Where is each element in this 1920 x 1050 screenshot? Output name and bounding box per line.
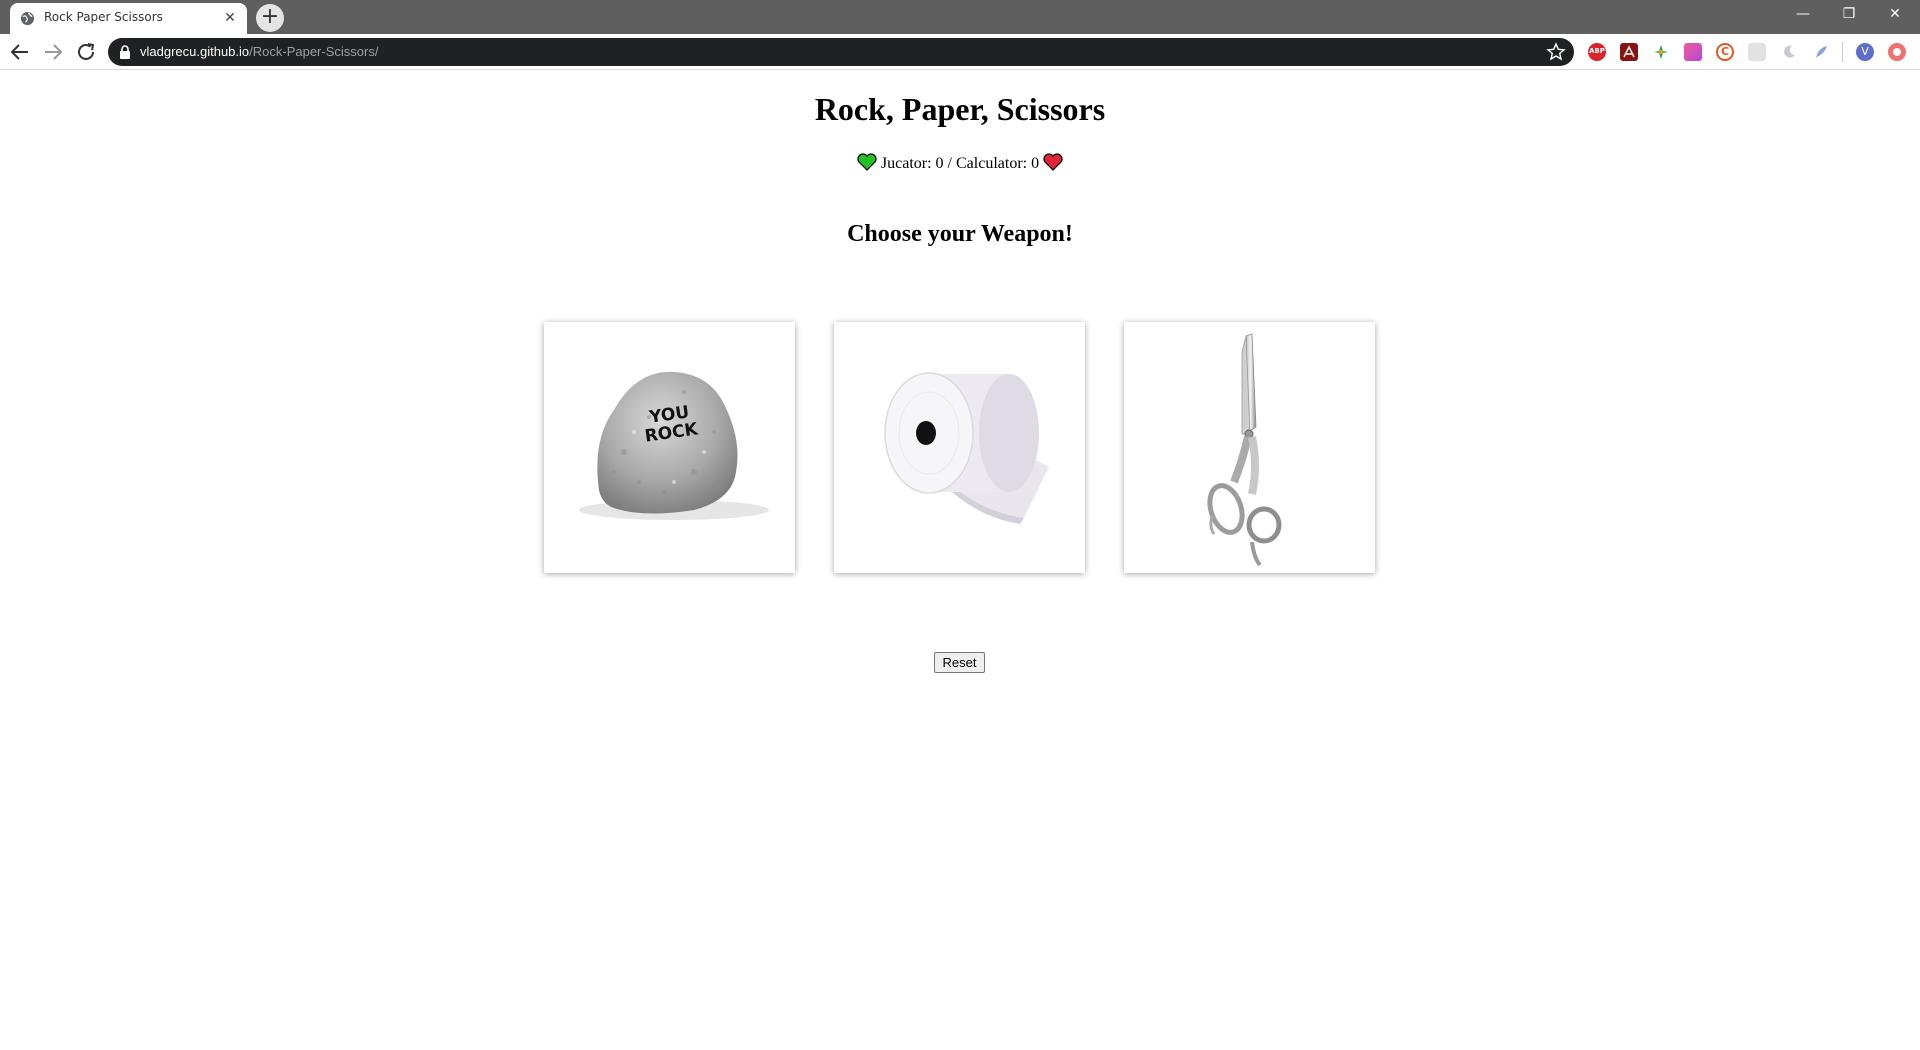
extension-icon[interactable]: [1652, 43, 1670, 61]
record-extension-icon[interactable]: [1888, 43, 1906, 61]
computer-label: Calculator:: [956, 155, 1032, 172]
close-tab-icon[interactable]: ✕: [221, 9, 239, 27]
reload-icon[interactable]: [74, 40, 98, 64]
gradient-extension-icon[interactable]: [1684, 43, 1702, 61]
computer-score: 0: [1031, 155, 1040, 172]
back-arrow-icon[interactable]: [8, 40, 32, 64]
adblock-icon[interactable]: ABP: [1588, 43, 1606, 61]
player-label: Jucator:: [880, 155, 936, 172]
score-separator: /: [943, 155, 956, 172]
new-tab-button[interactable]: +: [256, 4, 284, 32]
globe-icon: [20, 11, 35, 26]
browser-tab[interactable]: Rock Paper Scissors ✕: [10, 3, 247, 34]
lock-icon: [120, 45, 130, 59]
restore-window-button[interactable]: ❐: [1826, 0, 1872, 30]
url-text: vladgrecu.github.io/Rock-Paper-Scissors/: [140, 44, 378, 59]
profile-avatar[interactable]: V: [1856, 43, 1874, 61]
acrobat-icon[interactable]: [1620, 43, 1638, 61]
feather-extension-icon[interactable]: [1812, 43, 1830, 61]
player-heart-icon: [857, 153, 877, 171]
rock-choice-button[interactable]: YOU ROCK: [544, 322, 795, 573]
browser-tab-strip: Rock Paper Scissors ✕ + — ❐ ✕: [0, 0, 1920, 34]
browser-toolbar: vladgrecu.github.io/Rock-Paper-Scissors/…: [0, 34, 1920, 70]
paper-choice-button[interactable]: [834, 322, 1085, 573]
c-extension-icon[interactable]: C: [1716, 43, 1734, 61]
forward-arrow-icon[interactable]: [41, 40, 65, 64]
tab-title: Rock Paper Scissors: [44, 10, 163, 24]
rock-icon: YOU ROCK: [579, 371, 769, 520]
address-bar[interactable]: vladgrecu.github.io/Rock-Paper-Scissors/: [108, 38, 1574, 66]
player-score: 0: [935, 155, 944, 172]
url-host: vladgrecu.github.io: [140, 44, 250, 59]
scissors-icon: [1207, 333, 1282, 567]
choose-weapon-heading: Choose your Weapon!: [847, 221, 1073, 247]
minimize-window-button[interactable]: —: [1780, 0, 1826, 30]
toolbar-divider: [1842, 42, 1843, 62]
close-window-button[interactable]: ✕: [1872, 0, 1918, 30]
computer-heart-icon: [1043, 153, 1063, 171]
scoreboard: Jucator: 0 / Calculator: 0: [0, 153, 1920, 173]
puzzle-extension-icon[interactable]: [1748, 43, 1766, 61]
scissors-choice-button[interactable]: [1124, 322, 1375, 573]
page-content: Rock, Paper, Scissors Jucator: 0 / Calcu…: [0, 71, 1920, 1050]
url-path: /Rock-Paper-Scissors/: [249, 44, 379, 59]
reset-button[interactable]: Reset: [934, 652, 985, 673]
bookmark-star-icon[interactable]: [1546, 42, 1566, 62]
moon-extension-icon[interactable]: [1780, 43, 1798, 61]
paper-roll-icon: [884, 372, 1049, 524]
page-title: Rock, Paper, Scissors: [814, 91, 1106, 127]
